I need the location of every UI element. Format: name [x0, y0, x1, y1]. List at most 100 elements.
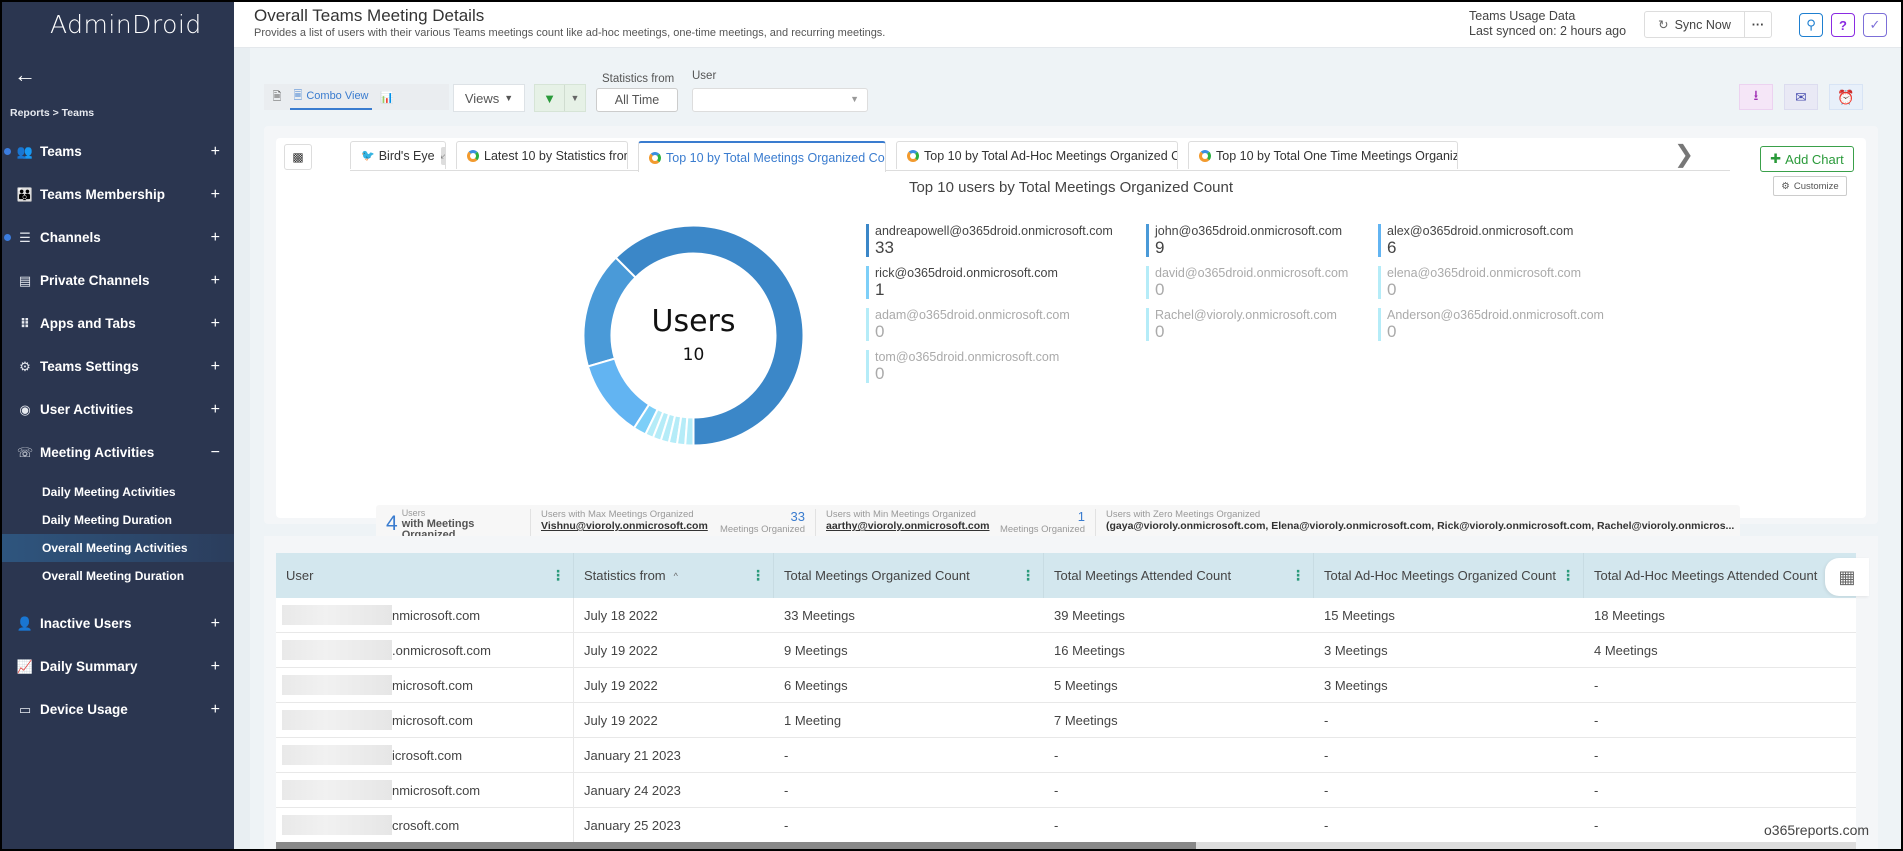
- column-header[interactable]: Total Meetings Attended Count ⋮: [1044, 553, 1314, 598]
- sidebar-subitem-overall-meeting-activities[interactable]: Overall Meeting Activities: [2, 534, 234, 562]
- chart-tab[interactable]: 🐦Bird's Eye ⤢: [350, 141, 446, 169]
- column-menu-icon[interactable]: ⋮: [751, 567, 765, 584]
- legend-item[interactable]: rick@o365droid.onmicrosoft.com 1: [866, 266, 1146, 299]
- email-button[interactable]: ✉: [1784, 84, 1818, 110]
- views-label: Views: [464, 90, 500, 106]
- expand-plus-icon[interactable]: +: [211, 143, 220, 161]
- chart-tab[interactable]: Latest 10 by Statistics from: [456, 141, 628, 169]
- download-button[interactable]: ⭳: [1739, 84, 1773, 110]
- sidebar-item-inactive-users[interactable]: 👤 Inactive Users +: [2, 602, 234, 645]
- column-header[interactable]: Total Ad-Hoc Meetings Attended Count: [1584, 553, 1856, 598]
- column-settings-button[interactable]: ▦: [1825, 558, 1869, 596]
- expand-plus-icon[interactable]: +: [211, 358, 220, 376]
- expand-plus-icon[interactable]: +: [211, 272, 220, 290]
- sidebar-item-daily-summary[interactable]: 📈 Daily Summary +: [2, 645, 234, 688]
- expand-plus-icon[interactable]: +: [211, 315, 220, 333]
- legend-item[interactable]: david@o365droid.onmicrosoft.com 0: [1146, 266, 1378, 299]
- statistics-from-select[interactable]: All Time: [596, 88, 678, 112]
- legend-value: 9: [1155, 238, 1165, 257]
- more-options-button[interactable]: ···: [1745, 12, 1771, 37]
- chart-view-button[interactable]: 📊: [372, 84, 402, 110]
- tasks-button[interactable]: ✓: [1863, 13, 1887, 37]
- cell-value: 3 Meetings: [1324, 642, 1388, 658]
- expand-plus-icon[interactable]: +: [211, 615, 220, 633]
- expand-plus-icon[interactable]: +: [211, 229, 220, 247]
- legend-item[interactable]: john@o365droid.onmicrosoft.com 9: [1146, 224, 1378, 257]
- legend-label: Anderson@o365droid.onmicrosoft.com: [1387, 308, 1604, 322]
- sidebar-subitem-daily-meeting-activities[interactable]: Daily Meeting Activities: [2, 478, 234, 506]
- sidebar-subitem-daily-meeting-duration[interactable]: Daily Meeting Duration: [2, 506, 234, 534]
- chart-toggle-button[interactable]: ▩: [284, 144, 312, 170]
- filter-button[interactable]: ▼ ▼: [534, 84, 586, 112]
- table-row[interactable]: nmicrosoft.com January 24 2023 - - - -: [276, 773, 1856, 808]
- column-header[interactable]: Statistics from ^ ⋮: [574, 553, 774, 598]
- scrollbar-thumb[interactable]: [276, 842, 1196, 849]
- collapse-minus-icon[interactable]: −: [211, 444, 220, 462]
- legend-item[interactable]: tom@o365droid.onmicrosoft.com 0: [866, 350, 1146, 383]
- tabs-next-arrow-icon[interactable]: ❯: [1674, 140, 1694, 169]
- chart-tab[interactable]: Top 10 by Total Meetings Organized Count…: [638, 141, 886, 172]
- legend-value: 0: [875, 322, 885, 341]
- table-row[interactable]: nmicrosoft.com July 18 2022 33 Meetings 39 …: [276, 598, 1856, 633]
- column-menu-icon[interactable]: ⋮: [551, 567, 565, 584]
- expand-plus-icon[interactable]: +: [211, 401, 220, 419]
- column-header[interactable]: Total Ad-Hoc Meetings Organized Count ⋮: [1314, 553, 1584, 598]
- legend-item[interactable]: adam@o365droid.onmicrosoft.com 0: [866, 308, 1146, 341]
- legend-item[interactable]: alex@o365droid.onmicrosoft.com 6: [1378, 224, 1658, 257]
- expand-plus-icon[interactable]: +: [211, 658, 220, 676]
- legend-item[interactable]: Rachel@vioroly.onmicrosoft.com 0: [1146, 308, 1378, 341]
- legend-item[interactable]: andreapowell@o365droid.onmicrosoft.com 33: [866, 224, 1146, 257]
- table-cell: -: [774, 773, 1044, 807]
- table-row[interactable]: microsoft.com July 19 2022 1 Meeting 7 Meet…: [276, 703, 1856, 738]
- chart-tab[interactable]: Top 10 by Total One Time Meetings Organi…: [1188, 141, 1458, 169]
- sidebar-item-channels[interactable]: ☰ Channels +: [2, 216, 234, 259]
- column-header[interactable]: User ⋮: [276, 553, 574, 598]
- combo-view-button[interactable]: 🗏 Combo View: [290, 84, 372, 110]
- column-menu-icon[interactable]: ⋮: [1291, 567, 1305, 584]
- table-cell: -: [774, 738, 1044, 772]
- sidebar-item-teams-membership[interactable]: 👪 Teams Membership +: [2, 173, 234, 216]
- expand-plus-icon[interactable]: +: [211, 186, 220, 204]
- report-view-button[interactable]: 🗎: [264, 84, 290, 110]
- sync-now-button[interactable]: ↻ Sync Now: [1645, 12, 1745, 37]
- table-row[interactable]: crosoft.com January 25 2023 - - - -: [276, 808, 1856, 843]
- chart-tab[interactable]: Top 10 by Total Ad-Hoc Meetings Organize…: [896, 141, 1178, 169]
- donut-slice[interactable]: [582, 256, 637, 368]
- watermark: o365reports.com: [1764, 822, 1870, 838]
- sidebar-item-teams[interactable]: 👥 Teams +: [2, 130, 234, 173]
- cell-value: July 18 2022: [584, 607, 658, 623]
- sidebar-item-device-usage[interactable]: ▭ Device Usage +: [2, 688, 234, 731]
- cell-value: -: [784, 817, 789, 833]
- summary-zero-users[interactable]: (gaya@vioroly.onmicrosoft.com, Elena@vio…: [1106, 520, 1734, 532]
- sidebar-item-meeting-activities[interactable]: ☏ Meeting Activities −: [2, 431, 234, 474]
- filter-dropdown-icon[interactable]: ▼: [565, 85, 585, 111]
- column-menu-icon[interactable]: ⋮: [1561, 567, 1575, 584]
- sidebar-item-private-channels[interactable]: ▤ Private Channels +: [2, 259, 234, 302]
- back-arrow-icon[interactable]: ←: [14, 62, 36, 88]
- column-menu-icon[interactable]: ⋮: [1021, 567, 1035, 584]
- column-header[interactable]: Total Meetings Organized Count ⋮: [774, 553, 1044, 598]
- views-dropdown[interactable]: Views ▼: [453, 84, 525, 112]
- sidebar-item-user-activities[interactable]: ◉ User Activities +: [2, 388, 234, 431]
- horizontal-scrollbar[interactable]: [276, 842, 1856, 849]
- sidebar-item-apps-and-tabs[interactable]: ⠿ Apps and Tabs +: [2, 302, 234, 345]
- expand-plus-icon[interactable]: +: [211, 701, 220, 719]
- add-chart-button[interactable]: ✚ Add Chart: [1760, 146, 1854, 172]
- sidebar-subitem-overall-meeting-duration[interactable]: Overall Meeting Duration: [2, 562, 234, 590]
- legend-item[interactable]: elena@o365droid.onmicrosoft.com 0: [1378, 266, 1658, 299]
- table-cell: 33 Meetings: [774, 598, 1044, 632]
- legend-label: andreapowell@o365droid.onmicrosoft.com: [875, 224, 1113, 238]
- schedule-button[interactable]: ⏰: [1829, 84, 1863, 110]
- table-row[interactable]: .onmicrosoft.com July 19 2022 9 Meetings 16…: [276, 633, 1856, 668]
- legend-item[interactable]: Anderson@o365droid.onmicrosoft.com 0: [1378, 308, 1658, 341]
- donut-slice[interactable]: [684, 416, 695, 447]
- cell-value: 18 Meetings: [1594, 607, 1665, 623]
- user-filter-select[interactable]: ▼: [692, 88, 868, 112]
- sort-ascending-icon[interactable]: ^: [674, 571, 678, 581]
- search-button[interactable]: ⚲: [1799, 13, 1823, 37]
- sidebar-item-teams-settings[interactable]: ⚙ Teams Settings +: [2, 345, 234, 388]
- table-row[interactable]: microsoft.com July 19 2022 6 Meetings 5 Mee…: [276, 668, 1856, 703]
- expand-icon[interactable]: ⤢: [440, 146, 445, 165]
- table-row[interactable]: icrosoft.com January 21 2023 - - - -: [276, 738, 1856, 773]
- help-button[interactable]: ?: [1831, 13, 1855, 37]
